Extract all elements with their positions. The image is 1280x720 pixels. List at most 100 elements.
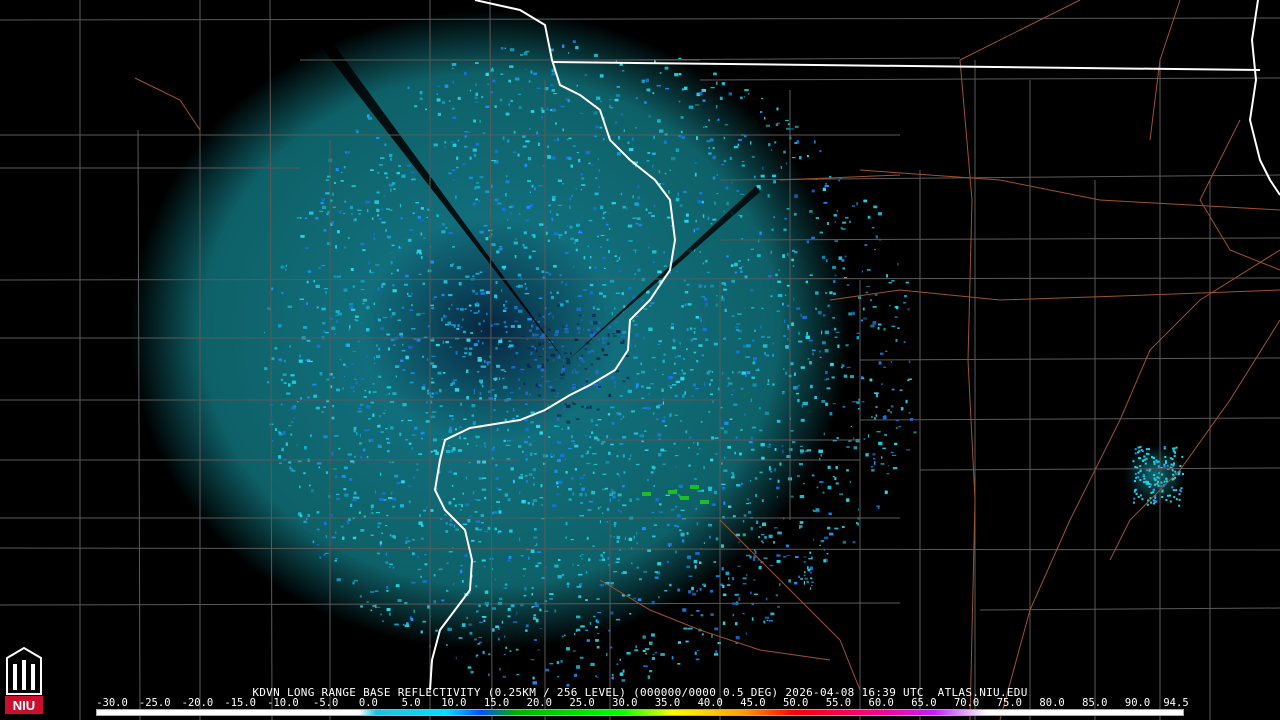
echo-pixel	[822, 314, 826, 317]
echo-pixel	[584, 434, 588, 437]
echo-pixel	[784, 218, 787, 220]
echo-pixel	[343, 376, 345, 378]
echo-pixel-east	[1134, 452, 1137, 455]
echo-pixel	[690, 338, 693, 342]
echo-pixel	[682, 88, 685, 91]
echo-pixel	[381, 532, 383, 534]
echo-pixel	[825, 402, 829, 406]
echo-pixel	[360, 403, 364, 406]
echo-pixel	[874, 461, 876, 465]
echo-pixel	[770, 295, 773, 298]
echo-pixel	[288, 425, 292, 427]
echo-pixel	[660, 448, 665, 452]
echo-pixel	[622, 330, 627, 334]
echo-pixel	[688, 627, 693, 630]
echo-pixel	[592, 453, 597, 455]
echo-pixel	[446, 644, 448, 646]
echo-pixel	[599, 584, 604, 587]
echo-pixel	[534, 359, 538, 361]
echo-pixel	[671, 323, 675, 325]
echo-pixel	[618, 499, 620, 502]
echo-pixel	[495, 347, 498, 350]
echo-pixel	[794, 581, 798, 585]
echo-pixel	[663, 265, 667, 267]
echo-pixel	[776, 107, 779, 111]
echo-pixel	[340, 180, 344, 182]
echo-pixel	[409, 229, 414, 231]
echo-pixel	[393, 188, 396, 190]
echo-pixel-east	[1181, 455, 1184, 458]
echo-pixel	[570, 351, 572, 355]
echo-pixel	[406, 164, 412, 167]
echo-pixel	[536, 424, 541, 428]
echo-pixel	[277, 324, 282, 328]
echo-pixel	[652, 152, 656, 155]
echo-pixel	[345, 343, 347, 347]
echo-pixel	[742, 520, 745, 523]
echo-pixel	[844, 255, 847, 258]
echo-pixel	[520, 555, 524, 557]
echo-pixel	[420, 232, 423, 236]
echo-pixel	[678, 484, 683, 488]
echo-pixel	[400, 504, 404, 508]
echo-pixel	[682, 372, 686, 375]
echo-pixel	[441, 317, 443, 322]
echo-pixel-east	[1169, 500, 1172, 503]
echo-pixel	[557, 675, 560, 678]
echo-pixel	[531, 593, 533, 596]
echo-pixel	[279, 431, 282, 435]
echo-pixel	[493, 446, 495, 449]
echo-pixel	[675, 197, 680, 202]
echo-pixel	[800, 418, 805, 422]
echo-pixel	[709, 138, 714, 142]
echo-pixel	[634, 344, 636, 348]
echo-pixel	[535, 334, 539, 336]
echo-pixel	[885, 350, 888, 352]
echo-pixel	[560, 105, 565, 108]
echo-pixel	[747, 258, 750, 261]
echo-pixel	[798, 384, 800, 387]
echo-pixel	[748, 510, 752, 514]
echo-pixel	[479, 397, 482, 400]
echo-pixel	[487, 83, 490, 86]
echo-pixel	[772, 342, 774, 345]
echo-pixel	[475, 292, 479, 295]
echo-pixel	[360, 529, 365, 532]
echo-pixel	[420, 575, 422, 578]
echo-pixel	[657, 119, 661, 123]
echo-pixel	[275, 428, 277, 431]
echo-pixel	[698, 448, 701, 450]
echo-pixel	[648, 393, 650, 395]
echo-pixel	[846, 366, 851, 368]
echo-pixel	[462, 623, 466, 627]
echo-pixel	[510, 99, 513, 103]
echo-pixel	[703, 126, 705, 129]
echo-pixel-east	[1145, 480, 1148, 483]
echo-pixel	[890, 451, 894, 453]
echo-pixel	[377, 525, 380, 528]
echo-pixel	[493, 378, 495, 380]
echo-pixel	[436, 214, 439, 218]
echo-pixel	[764, 616, 770, 619]
echo-pixel	[712, 176, 716, 180]
echo-pixel	[572, 563, 574, 567]
echo-pixel	[476, 301, 478, 305]
echo-pixel	[572, 650, 577, 652]
echo-pixel	[618, 328, 621, 330]
echo-pixel	[373, 356, 375, 360]
echo-pixel	[399, 203, 402, 208]
echo-pixel	[378, 218, 383, 220]
echo-pixel	[773, 180, 776, 184]
echo-pixel	[677, 192, 679, 196]
echo-pixel	[794, 194, 798, 198]
echo-pixel	[391, 461, 395, 464]
echo-pixel	[575, 248, 578, 252]
echo-pixel	[452, 498, 456, 500]
echo-pixel	[448, 551, 453, 553]
echo-pixel	[580, 625, 585, 628]
echo-pixel	[589, 446, 592, 449]
echo-pixel	[875, 235, 878, 239]
echo-pixel	[738, 371, 741, 373]
echo-pixel	[782, 254, 785, 258]
echo-pixel	[591, 164, 593, 166]
